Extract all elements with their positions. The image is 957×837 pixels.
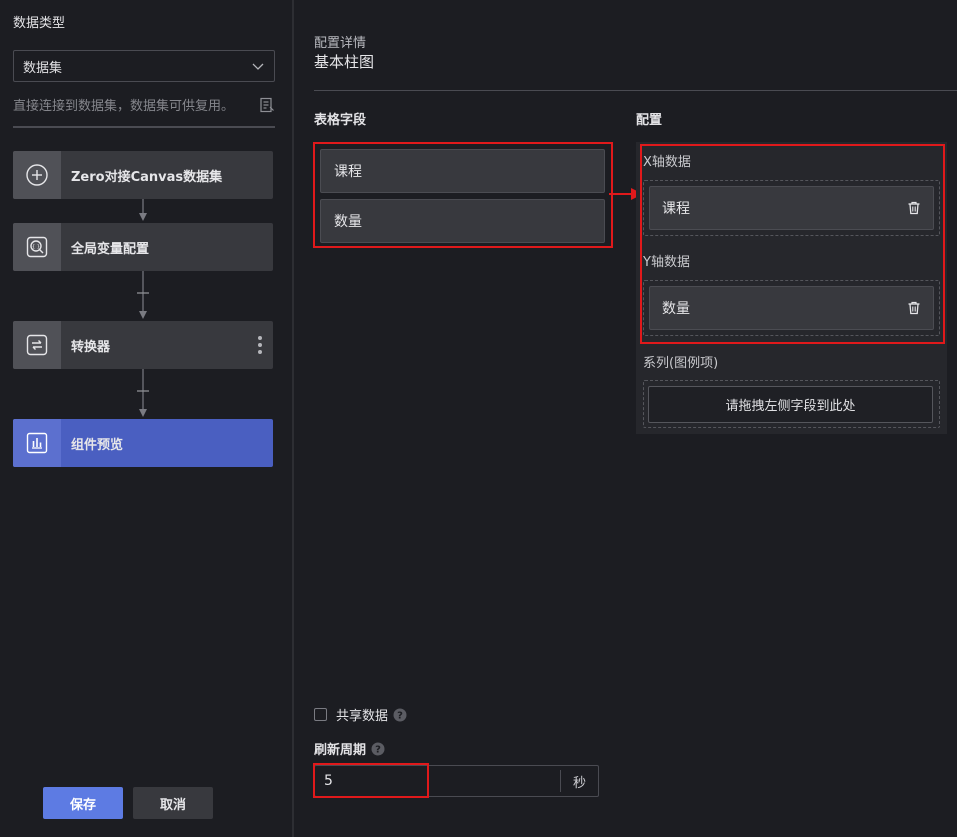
chevron-down-icon	[252, 63, 264, 70]
node-converter[interactable]: 转换器	[13, 321, 273, 369]
share-data-checkbox[interactable]	[314, 708, 327, 721]
cancel-button[interactable]: 取消	[133, 787, 213, 819]
more-vertical-icon[interactable]	[257, 335, 263, 355]
config-subtitle: 配置详情	[314, 36, 367, 51]
node-zero-canvas-dataset[interactable]: Zero对接Canvas数据集	[13, 151, 273, 199]
table-fields-title: 表格字段	[314, 113, 367, 128]
svg-text:?: ?	[375, 744, 381, 755]
node-label: 组件预览	[71, 437, 124, 453]
refresh-period-row: 刷新周期 ?	[314, 739, 385, 758]
help-icon[interactable]: ?	[371, 742, 385, 756]
save-button[interactable]: 保存	[43, 787, 123, 819]
axis-highlight-box	[640, 144, 945, 344]
description-text: 直接连接到数据集，数据集可供复用。	[13, 99, 235, 114]
node-label: 转换器	[71, 339, 111, 355]
data-type-select[interactable]: 数据集	[13, 50, 275, 82]
data-type-title: 数据类型	[13, 16, 66, 31]
fields-highlight-box	[313, 142, 613, 248]
svg-text:{ }: { }	[32, 244, 40, 250]
refresh-period-label: 刷新周期	[314, 743, 367, 758]
data-type-select-value: 数据集	[23, 60, 63, 76]
left-divider	[13, 126, 275, 128]
connector-arrow	[139, 199, 147, 221]
series-drop-placeholder[interactable]: 请拖拽左侧字段到此处	[648, 386, 933, 423]
config-title: 基本柱图	[314, 53, 375, 71]
node-label: Zero对接Canvas数据集	[71, 169, 223, 185]
convert-icon	[13, 321, 61, 369]
add-step-connector[interactable]	[136, 369, 150, 419]
node-component-preview[interactable]: 组件预览	[13, 419, 273, 467]
share-data-row: 共享数据 ?	[314, 705, 407, 724]
plus-circle-icon	[13, 151, 61, 199]
global-variable-icon: { }	[13, 223, 61, 271]
config-divider	[314, 90, 957, 91]
share-data-label: 共享数据	[336, 709, 389, 724]
help-icon[interactable]: ?	[393, 708, 407, 722]
left-panel: 数据类型 数据集 直接连接到数据集，数据集可供复用。 Zero对接Canvas数…	[0, 0, 292, 837]
node-label: 全局变量配置	[71, 241, 150, 257]
panel-divider	[292, 0, 294, 837]
series-label: 系列(图例项)	[643, 356, 719, 371]
add-step-connector[interactable]	[136, 271, 150, 321]
refresh-period-unit: 秒	[560, 770, 598, 792]
refresh-highlight-box	[313, 763, 429, 798]
bar-chart-icon	[13, 419, 61, 467]
node-global-variable[interactable]: { } 全局变量配置	[13, 223, 273, 271]
svg-text:?: ?	[397, 710, 403, 721]
config-section-title: 配置	[636, 113, 663, 128]
document-icon[interactable]	[259, 97, 275, 113]
data-type-description: 直接连接到数据集，数据集可供复用。	[13, 95, 275, 114]
